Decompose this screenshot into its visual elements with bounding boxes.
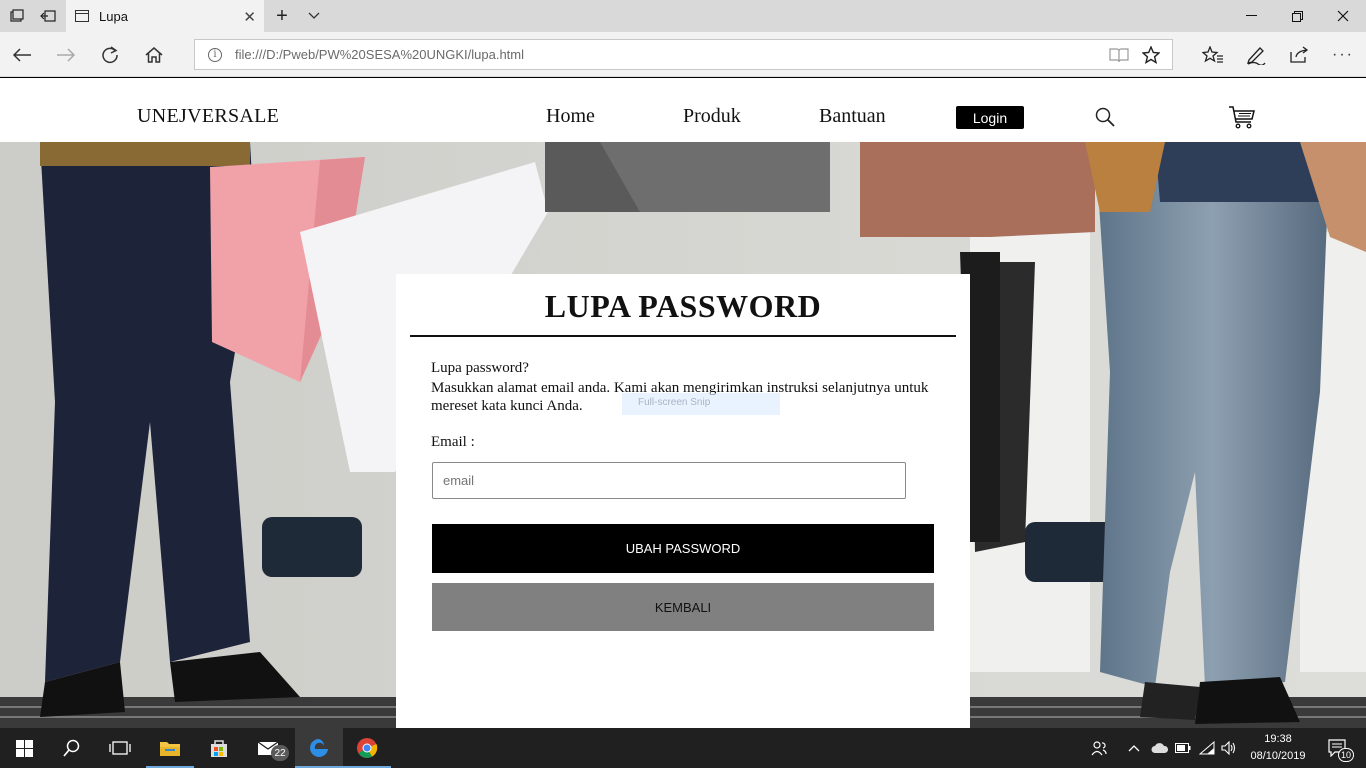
url-text[interactable]: file:///D:/Pweb/PW%20SESA%20UNGKI/lupa.h… <box>235 47 524 62</box>
edge-browser-icon[interactable] <box>295 728 343 768</box>
forward-arrow-icon[interactable] <box>49 38 83 72</box>
mail-icon[interactable]: 22 <box>245 728 293 768</box>
title-divider <box>410 335 956 337</box>
nav-link-bantuan[interactable]: Bantuan <box>819 105 886 128</box>
volume-icon[interactable] <box>1220 728 1238 768</box>
chrome-icon[interactable] <box>343 728 391 768</box>
forgot-password-card: LUPA PASSWORD Lupa password? Masukkan al… <box>396 274 970 728</box>
web-note-pen-icon[interactable] <box>1239 38 1273 72</box>
onedrive-cloud-icon[interactable] <box>1150 728 1170 768</box>
email-field[interactable] <box>432 462 906 499</box>
reading-view-icon[interactable] <box>1109 40 1129 69</box>
web-page: UNEJVERSALE Home Produk Bantuan Login LU… <box>0 78 1366 728</box>
tab-preview-chevron-icon[interactable] <box>304 0 324 32</box>
set-tabs-aside-icon[interactable] <box>37 0 59 32</box>
tab-actions-icon[interactable] <box>6 0 28 32</box>
page-icon <box>75 10 89 22</box>
info-icon[interactable]: i <box>208 47 222 62</box>
nav-link-produk[interactable]: Produk <box>683 105 741 128</box>
battery-icon[interactable] <box>1174 728 1192 768</box>
wifi-icon[interactable] <box>1198 728 1216 768</box>
windows-taskbar: 22 19:38 08/10/2019 10 <box>0 728 1366 768</box>
more-options-icon[interactable]: ··· <box>1326 38 1360 72</box>
browser-tab[interactable]: Lupa ✕ <box>66 0 264 32</box>
windows-start-icon[interactable] <box>0 728 48 768</box>
email-label: Email : <box>431 434 475 450</box>
search-icon[interactable] <box>1095 107 1115 132</box>
minimize-icon[interactable] <box>1228 0 1274 32</box>
hero-background-image: LUPA PASSWORD Lupa password? Masukkan al… <box>0 142 1366 728</box>
browser-tab-bar: Lupa ✕ + <box>0 0 1366 32</box>
site-header: UNEJVERSALE Home Produk Bantuan Login <box>0 78 1366 142</box>
clock-date: 08/10/2019 <box>1250 750 1306 762</box>
notification-count-badge: 10 <box>1338 748 1354 762</box>
task-view-icon[interactable] <box>96 728 144 768</box>
change-password-button[interactable]: UBAH PASSWORD <box>432 524 934 573</box>
people-icon[interactable] <box>1088 728 1110 768</box>
store-icon[interactable] <box>195 728 243 768</box>
restore-icon[interactable] <box>1274 0 1320 32</box>
favorite-star-icon[interactable] <box>1142 40 1160 69</box>
cart-icon[interactable] <box>1228 105 1256 134</box>
action-center-icon[interactable]: 10 <box>1318 728 1358 768</box>
new-tab-icon[interactable]: + <box>272 0 292 32</box>
site-brand[interactable]: UNEJVERSALE <box>137 105 279 128</box>
clock-time: 19:38 <box>1264 733 1292 745</box>
search-taskbar-icon[interactable] <box>48 728 96 768</box>
login-button[interactable]: Login <box>956 106 1024 129</box>
favorites-hub-icon[interactable] <box>1196 38 1230 72</box>
hidden-icons-chevron-icon[interactable] <box>1126 728 1142 768</box>
refresh-icon[interactable] <box>93 38 127 72</box>
back-button[interactable]: KEMBALI <box>432 583 934 631</box>
back-arrow-icon[interactable] <box>5 38 39 72</box>
mail-badge: 22 <box>271 745 289 761</box>
forgot-question: Lupa password? <box>431 360 529 376</box>
nav-link-home[interactable]: Home <box>546 105 595 128</box>
file-explorer-icon[interactable] <box>146 728 194 768</box>
home-icon[interactable] <box>137 38 171 72</box>
address-bar[interactable]: i file:///D:/Pweb/PW%20SESA%20UNGKI/lupa… <box>194 39 1173 70</box>
close-window-icon[interactable] <box>1320 0 1366 32</box>
snip-overlay-ghost: Full-screen Snip <box>622 393 780 415</box>
close-tab-icon[interactable]: ✕ <box>243 8 256 26</box>
tab-title: Lupa <box>99 8 128 24</box>
browser-toolbar: i file:///D:/Pweb/PW%20SESA%20UNGKI/lupa… <box>0 32 1366 77</box>
share-icon[interactable] <box>1282 38 1316 72</box>
card-title: LUPA PASSWORD <box>544 288 822 324</box>
system-clock[interactable]: 19:38 08/10/2019 <box>1248 731 1308 765</box>
